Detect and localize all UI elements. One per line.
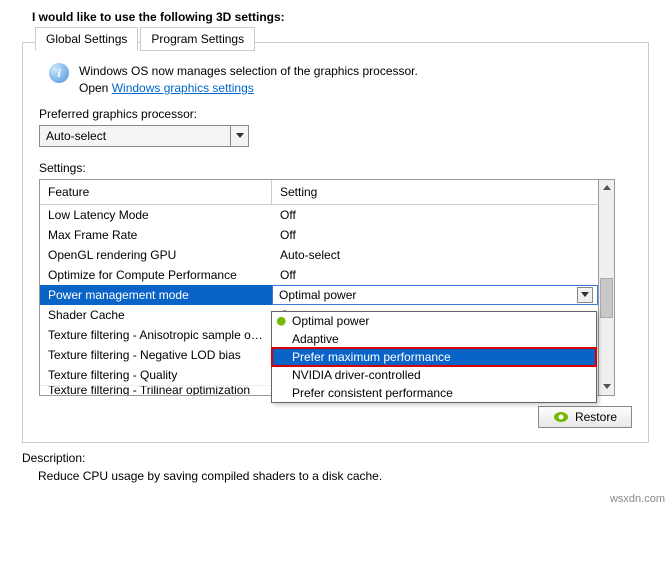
feature-cell: Low Latency Mode <box>40 208 272 222</box>
table-row[interactable]: OpenGL rendering GPU Auto-select <box>40 245 598 265</box>
table-row[interactable]: Low Latency Mode Off <box>40 205 598 225</box>
info-row: i Windows OS now manages selection of th… <box>49 63 632 97</box>
dropdown-option-prefer-max-perf[interactable]: Prefer maximum performance <box>272 348 596 366</box>
dropdown-option-label: Adaptive <box>292 332 339 346</box>
preferred-processor-select[interactable]: Auto-select <box>39 125 249 147</box>
grid-header: Feature Setting <box>40 180 598 205</box>
restore-row: Restore <box>39 406 632 428</box>
feature-cell: Texture filtering - Anisotropic sample o… <box>40 328 272 342</box>
info-line1: Windows OS now manages selection of the … <box>79 63 418 80</box>
nvidia-icon <box>553 411 569 423</box>
setting-value: Optimal power <box>279 288 356 302</box>
table-row[interactable]: Max Frame Rate Off <box>40 225 598 245</box>
page-title: I would like to use the following 3D set… <box>0 0 671 24</box>
setting-cell-dropdown[interactable]: Optimal power <box>272 285 598 305</box>
table-row-selected[interactable]: Power management mode Optimal power <box>40 285 598 305</box>
column-header-setting[interactable]: Setting <box>272 180 598 204</box>
restore-button-label: Restore <box>575 410 617 424</box>
info-icon: i <box>49 63 69 83</box>
scroll-up-button[interactable] <box>599 180 614 196</box>
feature-cell: Texture filtering - Trilinear optimizati… <box>40 385 272 395</box>
description-text: Reduce CPU usage by saving compiled shad… <box>22 469 649 483</box>
setting-cell: Off <box>272 268 598 282</box>
dropdown-option-label: Prefer maximum performance <box>292 350 451 364</box>
tab-program-settings[interactable]: Program Settings <box>140 27 255 51</box>
scrollbar-track[interactable] <box>599 196 614 379</box>
setting-cell: Off <box>272 208 598 222</box>
dropdown-option-prefer-consistent[interactable]: Prefer consistent performance <box>272 384 596 402</box>
dropdown-option-adaptive[interactable]: Adaptive <box>272 330 596 348</box>
settings-label: Settings: <box>39 161 632 175</box>
scroll-down-button[interactable] <box>599 379 614 395</box>
feature-cell: Texture filtering - Negative LOD bias <box>40 348 272 362</box>
vertical-scrollbar[interactable] <box>599 179 615 396</box>
chevron-down-icon[interactable] <box>230 126 248 146</box>
info-text: Windows OS now manages selection of the … <box>79 63 418 97</box>
preferred-processor-value: Auto-select <box>40 129 230 143</box>
dropdown-option-label: NVIDIA driver-controlled <box>292 368 421 382</box>
feature-cell: Max Frame Rate <box>40 228 272 242</box>
power-mode-dropdown: Optimal power Adaptive Prefer maximum pe… <box>271 311 597 403</box>
column-header-feature[interactable]: Feature <box>40 180 272 204</box>
preferred-processor-label: Preferred graphics processor: <box>39 107 632 121</box>
setting-cell: Auto-select <box>272 248 598 262</box>
dropdown-option-nvidia-controlled[interactable]: NVIDIA driver-controlled <box>272 366 596 384</box>
info-open-prefix: Open <box>79 81 112 95</box>
dropdown-option-optimal-power[interactable]: Optimal power <box>272 312 596 330</box>
tab-global-settings[interactable]: Global Settings <box>35 27 138 51</box>
description-title: Description: <box>22 451 649 465</box>
description-block: Description: Reduce CPU usage by saving … <box>22 451 649 483</box>
chevron-down-icon[interactable] <box>577 287 593 303</box>
setting-cell: Off <box>272 228 598 242</box>
dropdown-option-label: Optimal power <box>292 314 369 328</box>
feature-cell: Power management mode <box>40 288 272 302</box>
scrollbar-thumb[interactable] <box>600 278 613 318</box>
table-row[interactable]: Optimize for Compute Performance Off <box>40 265 598 285</box>
settings-panel: Global Settings Program Settings i Windo… <box>22 42 649 443</box>
restore-button[interactable]: Restore <box>538 406 632 428</box>
feature-cell: Optimize for Compute Performance <box>40 268 272 282</box>
tabs: Global Settings Program Settings <box>35 27 257 51</box>
feature-cell: OpenGL rendering GPU <box>40 248 272 262</box>
feature-cell: Texture filtering - Quality <box>40 368 272 382</box>
nvidia-icon <box>276 316 290 326</box>
feature-cell: Shader Cache <box>40 308 272 322</box>
settings-grid-wrap: Feature Setting Low Latency Mode Off Max… <box>39 179 632 396</box>
watermark: wsxdn.com <box>0 483 671 505</box>
windows-graphics-settings-link[interactable]: Windows graphics settings <box>112 81 254 95</box>
dropdown-option-label: Prefer consistent performance <box>292 386 453 400</box>
